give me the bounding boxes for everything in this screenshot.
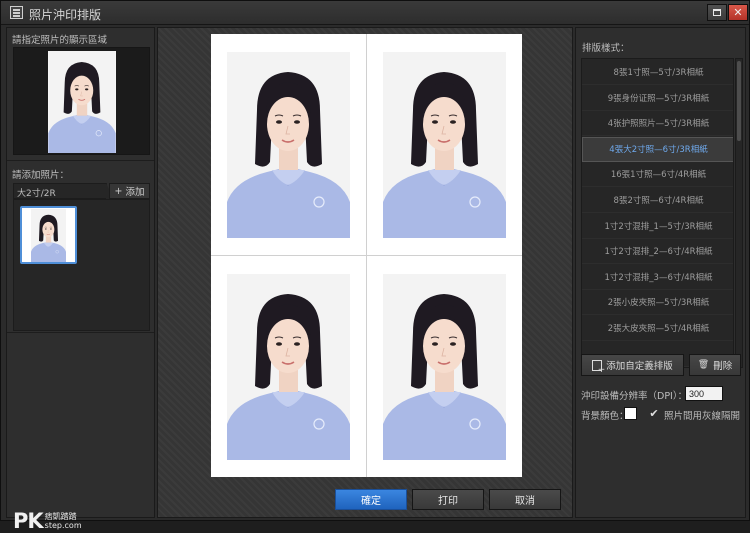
photo-display-area[interactable] [13,47,150,155]
watermark-pk: PK [13,509,44,533]
delete-button-label: 刪除 [713,361,733,372]
add-photo-label: 請添加照片： [12,170,70,181]
photo-thumbnail[interactable] [20,206,77,264]
id-photo [383,274,506,460]
photo-cell [211,34,366,255]
gray-separator-label: 照片間用灰線隔開 [664,411,741,422]
divider [7,332,154,333]
preview-photo[interactable] [48,51,116,153]
watermark-line2: step.com [44,521,82,530]
plus-icon: + [114,185,123,197]
right-panel: 排版樣式： 8張1寸照—5寸/3R相紙 9張身份证照—5寸/3R相紙 4张护照照片—… [575,27,746,518]
add-layout-icon: + [592,359,605,374]
layout-style-label: 排版樣式： [582,43,630,54]
layout-style-list[interactable]: 8張1寸照—5寸/3R相紙 9張身份证照—5寸/3R相紙 4张护照照片—5寸/3R相… [581,58,734,368]
layout-item[interactable]: 16張1寸照—6寸/4R相紙 [582,162,733,188]
dpi-input[interactable] [685,386,723,401]
layout-item[interactable]: 9張身份证照—5寸/3R相紙 [582,86,733,111]
app-icon [10,6,23,19]
title-bar: 照片沖印排版 ✕ [1,1,749,25]
app-window: 照片沖印排版 ✕ 請指定照片的顯示區域 請添加照片： 大2寸/2R + 添加 P… [0,0,750,533]
layout-item[interactable]: 2張小皮夾照—5寸/3R相紙 [582,290,733,316]
id-photo [227,274,350,460]
photo-cell [367,34,522,255]
size-tab[interactable]: 大2寸/2R [13,183,114,199]
layout-item[interactable]: 1寸2寸混排_1—5寸/3R相紙 [582,214,733,239]
divider [7,160,154,161]
window-title: 照片沖印排版 [29,8,102,22]
layout-item[interactable]: 2張大皮夾照—5寸/4R相紙 [582,316,733,341]
add-photo-button[interactable]: + 添加 [109,183,150,199]
thumbnail-image [22,208,75,262]
layout-item[interactable]: 8張1寸照—5寸/3R相紙 [582,60,733,85]
watermark-line1: 痞凱踏踏 [44,512,77,521]
watermark-logo: PK 痞凱踏踏 step.com [13,509,82,533]
layout-item[interactable]: 8張2寸照—6寸/4R相紙 [582,188,733,213]
id-photo [383,52,506,238]
confirm-button[interactable]: 確定 [335,489,407,510]
layout-item[interactable]: 1寸2寸混排_3—6寸/4R相紙 [582,265,733,290]
delete-button[interactable]: 🗑 刪除 [689,354,741,376]
close-icon: ✕ [733,6,743,19]
cancel-button[interactable]: 取消 [489,489,561,510]
add-photo-button-label: 添加 [125,187,145,198]
print-paper [211,34,522,477]
close-button[interactable]: ✕ [728,4,748,21]
bg-color-swatch[interactable] [624,407,637,420]
photo-list [13,199,150,331]
photo-cell [211,256,366,477]
add-custom-layout-label: 添加自定義排版 [606,361,673,372]
layout-item[interactable]: 4張大2寸照—6寸/3R相紙 [582,136,733,162]
gray-separator-checkbox[interactable]: ✔ [648,406,660,420]
trash-icon: 🗑 [697,360,710,370]
layout-item[interactable]: 1寸2寸混排_2—6寸/4R相紙 [582,239,733,265]
print-preview-area: 確定 打印 取消 [157,27,573,518]
layout-item[interactable]: 4张护照照片—5寸/3R相紙 [582,111,733,137]
print-button[interactable]: 打印 [412,489,484,510]
maximize-icon [713,9,721,16]
display-area-label: 請指定照片的顯示區域 [12,35,108,46]
layout-list-scrollbar[interactable] [735,58,743,368]
id-photo [227,52,350,238]
maximize-button[interactable] [707,4,727,21]
bg-color-label: 背景顏色： [581,411,629,422]
left-panel: 請指定照片的顯示區域 請添加照片： 大2寸/2R + 添加 PK 痞凱踏踏 st… [6,27,155,533]
add-custom-layout-button[interactable]: + 添加自定義排版 [581,354,684,376]
dpi-label: 沖印設備分辨率（DPI）： [581,391,688,402]
photo-cell [367,256,522,477]
gray-separator-line [211,255,522,256]
scrollbar-thumb[interactable] [737,61,741,141]
checkmark-icon: ✔ [649,406,659,420]
